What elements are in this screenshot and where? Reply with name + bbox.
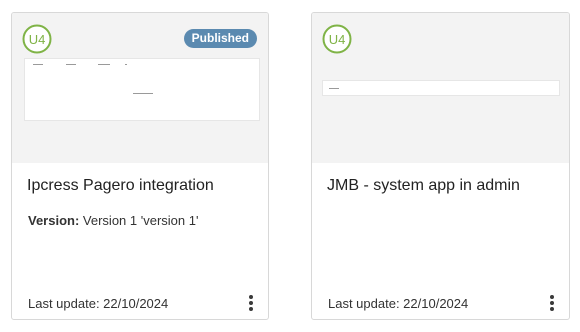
version-label: Version: xyxy=(28,213,80,228)
u4-logo-icon: U4 xyxy=(322,24,352,54)
preview-thumbnail xyxy=(322,80,560,96)
version-value: Version 1 'version 1' xyxy=(82,213,199,228)
card-preview[interactable]: U4 Published xyxy=(12,13,268,163)
status-badge: Published xyxy=(183,29,257,48)
card-title[interactable]: Ipcress Pagero integration xyxy=(27,177,214,195)
card-title[interactable]: JMB - system app in admin xyxy=(327,177,520,195)
more-vertical-icon[interactable] xyxy=(548,295,556,311)
last-update: Last update: 22/10/2024 xyxy=(28,296,169,311)
app-card[interactable]: U4 JMB - system app in admin Last update… xyxy=(311,12,570,320)
svg-text:U4: U4 xyxy=(329,32,346,47)
version-info: Version: Version 1 'version 1' xyxy=(28,213,198,228)
u4-logo-icon: U4 xyxy=(22,24,52,54)
more-vertical-icon[interactable] xyxy=(247,295,255,311)
app-card[interactable]: U4 Published Ipcress Pagero integration … xyxy=(11,12,269,320)
preview-thumbnail xyxy=(24,58,260,121)
card-preview[interactable]: U4 xyxy=(312,13,569,163)
last-update: Last update: 22/10/2024 xyxy=(328,296,469,311)
svg-text:U4: U4 xyxy=(29,32,46,47)
